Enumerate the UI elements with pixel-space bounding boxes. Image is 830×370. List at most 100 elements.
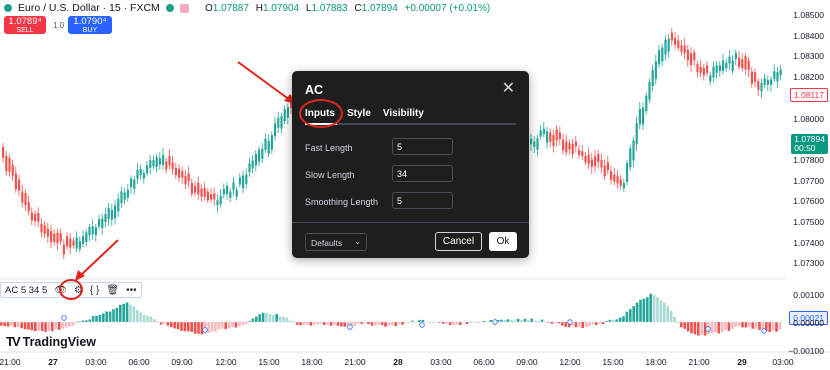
ac-bar	[639, 299, 642, 322]
ac-bar	[10, 322, 13, 326]
candle-body	[600, 160, 603, 168]
candle-body	[738, 57, 741, 67]
trash-icon[interactable]: 🗑	[106, 285, 119, 296]
candle-body	[555, 129, 558, 141]
candle-body	[718, 65, 721, 72]
candle-body	[757, 81, 760, 90]
ok-button[interactable]: Ok	[489, 232, 517, 251]
candle-body	[635, 123, 638, 145]
ac-bar	[771, 322, 775, 331]
buy-button[interactable]: 1.0790⁴ BUY	[68, 16, 112, 34]
ac-bar	[683, 322, 686, 329]
candle-body	[581, 151, 584, 157]
time-axis-label: 21:00	[688, 357, 710, 367]
ac-bar	[656, 297, 659, 322]
ac-bar	[61, 322, 64, 329]
ac-bar	[669, 311, 673, 322]
price-axis-label: 1.08200	[793, 72, 824, 83]
ac-bar	[680, 322, 683, 328]
time-axis-label: 21:00	[0, 357, 21, 367]
ac-bar	[775, 322, 778, 332]
ac-bar	[285, 317, 289, 322]
candle-body	[200, 188, 203, 197]
candle-body	[274, 123, 277, 137]
ac-bar	[91, 316, 95, 322]
candle-body	[638, 108, 641, 125]
fast-length-label: Fast Length	[305, 143, 353, 153]
ac-bar	[584, 322, 588, 328]
ac-bar	[697, 322, 700, 336]
candle-body	[741, 59, 744, 69]
ac-bar	[768, 322, 771, 333]
price-tag-red: 1.08117	[789, 88, 828, 102]
candle-body	[5, 156, 8, 172]
slow-length-input[interactable]	[392, 165, 453, 182]
ac-bar	[741, 322, 744, 328]
sell-button[interactable]: 1.0789⁴ SELL	[4, 16, 46, 34]
close-icon[interactable]: ✕	[502, 81, 515, 97]
candle-body	[258, 149, 261, 162]
ac-bar	[748, 322, 751, 327]
symbol-header[interactable]: Euro / U.S. Dollar · 15 · FXCM	[4, 2, 189, 14]
ac-bar	[384, 322, 387, 327]
time-axis-label: 09:00	[516, 357, 538, 367]
candle-body	[277, 117, 280, 128]
ac-bar	[210, 322, 214, 332]
ac-bar	[166, 322, 170, 326]
candle-body	[645, 95, 648, 112]
ac-bar	[13, 322, 17, 328]
data-flag-icon	[179, 3, 189, 13]
candle-body	[776, 72, 779, 82]
price-tag-current: 1.07894 00:50	[791, 134, 828, 154]
candle-body	[8, 157, 11, 172]
candle-body	[203, 187, 206, 197]
ac-bar	[727, 322, 731, 331]
candle-body	[117, 198, 120, 212]
candle-body	[712, 66, 715, 78]
signal-marker	[61, 315, 67, 321]
candle-body	[734, 52, 737, 60]
ac-bar	[6, 322, 10, 327]
candle-body	[181, 171, 184, 178]
candle-body	[158, 158, 161, 165]
candle-body	[280, 116, 283, 129]
ac-bar	[183, 322, 187, 332]
time-axis-label: 03:00	[85, 357, 107, 367]
ac-bar	[275, 314, 278, 322]
time-axis-label: 06:00	[473, 357, 495, 367]
ac-bar	[731, 322, 734, 329]
signal-marker	[202, 327, 208, 333]
more-icon[interactable]: •••	[126, 285, 137, 296]
tab-style[interactable]: Style	[347, 108, 371, 123]
candle-body	[677, 40, 680, 48]
indicator-axis-label: 0.00100	[793, 290, 824, 300]
ac-bar	[370, 322, 374, 326]
cancel-button[interactable]: Cancel	[435, 232, 482, 251]
defaults-dropdown[interactable]: Defaults ⌄	[305, 233, 367, 251]
braces-icon[interactable]: { }	[90, 285, 99, 296]
candle-body	[690, 53, 693, 66]
ac-bar	[717, 322, 720, 334]
price-axis-label: 1.08300	[793, 51, 824, 62]
spread-value: 1.0	[53, 21, 65, 30]
candle-body	[773, 71, 776, 79]
ac-bar	[629, 309, 632, 322]
ac-bar	[251, 318, 255, 322]
candle-body	[24, 193, 27, 205]
ac-bar	[193, 322, 197, 334]
candle-body	[162, 154, 165, 165]
tab-visibility[interactable]: Visibility	[383, 108, 424, 123]
fast-length-input[interactable]	[392, 138, 453, 155]
candle-body	[283, 109, 286, 122]
ac-bar	[37, 322, 40, 331]
candle-body	[149, 160, 152, 168]
candle-body	[632, 140, 635, 161]
candle-body	[78, 241, 81, 249]
time-axis-label: 27	[48, 357, 58, 367]
candle-body	[21, 191, 24, 203]
ac-bar	[724, 322, 727, 331]
price-axis-label: 1.07800	[793, 154, 824, 165]
smoothing-length-input[interactable]	[392, 192, 453, 209]
candle-body	[56, 232, 59, 244]
ac-bar	[44, 322, 47, 332]
